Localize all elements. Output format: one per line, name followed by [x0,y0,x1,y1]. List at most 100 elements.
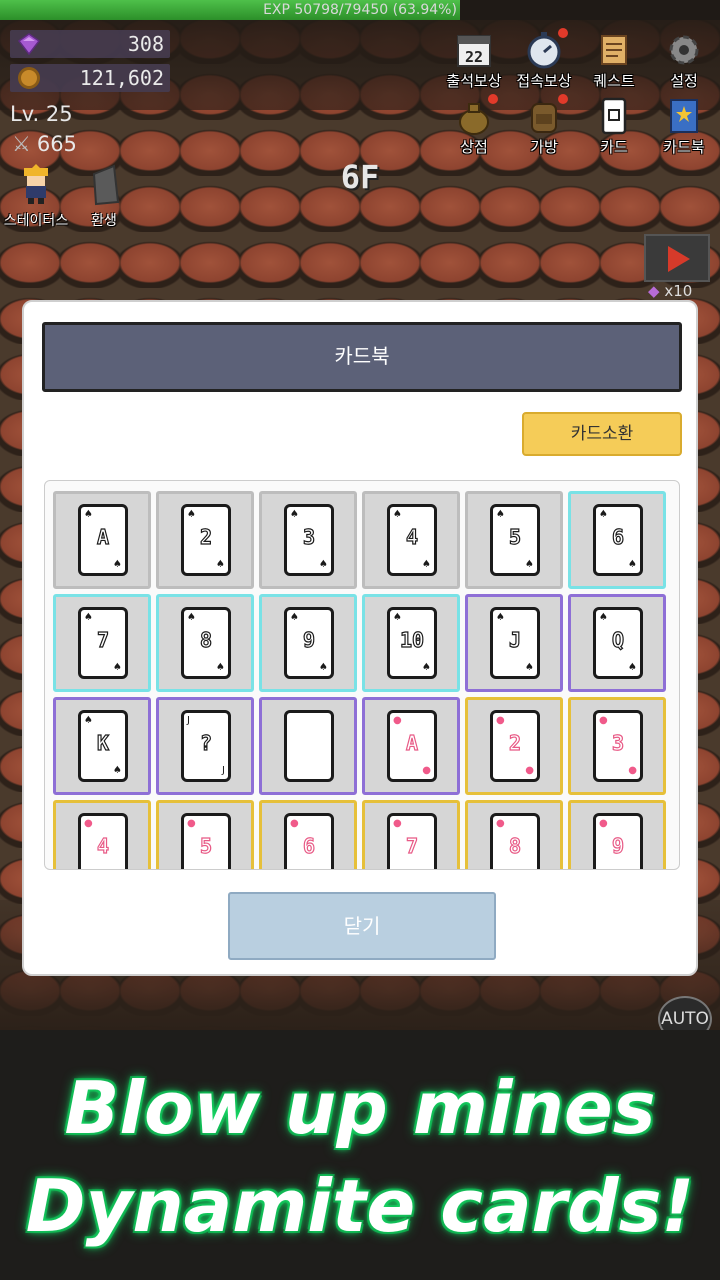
card-slot[interactable]: ♠ ♠ Q [568,594,666,692]
close-button[interactable]: 닫기 [228,892,496,960]
card-rank: 4 [405,524,419,549]
player-level: Lv. 25 [10,102,73,126]
card-summon-button[interactable]: 카드소환 [522,412,682,456]
heart-pip-icon: ● [216,869,225,870]
gear-icon [664,30,704,70]
card-label: 카드 [600,138,628,156]
settings-label: 설정 [670,72,698,90]
card-rank: Q [611,627,625,652]
spade-pip-icon: ♠ [84,715,93,726]
blank-card [284,710,334,782]
card-rank: 10 [399,627,425,652]
attack-stat: ⚔ 665 [12,132,77,156]
card-rank: ? [199,730,213,755]
card-slot[interactable]: ●●9 [568,800,666,870]
card-slot[interactable]: ♠ ♠ 5 [465,491,563,589]
card-rank: 8 [508,833,522,858]
spade-pip-icon: ♠ [84,509,93,520]
gold-count: 121,602 [79,66,164,90]
spade-pip-icon: ♠ [496,509,505,520]
notification-dot [558,94,568,104]
card-slot[interactable]: ♠ ♠ 7 [53,594,151,692]
card-slot[interactable]: ●●5 [156,800,254,870]
joker-pip-icon: J [222,765,225,776]
cardbook-button[interactable]: 카드북 [646,96,720,157]
card-slot[interactable]: ●●8 [465,800,563,870]
card-slot[interactable]: ● ● A [362,697,460,795]
attack-value: 665 [36,132,77,156]
card-slot[interactable]: ● ● 2 [465,697,563,795]
card-slot[interactable]: ♠ ♠ J [465,594,563,692]
spade-card: ♠ ♠ J [490,607,540,679]
exp-text: EXP 50798/79450 (63.94%) [263,2,457,18]
card-slot[interactable]: ♠ ♠ 4 [362,491,460,589]
attendance-reward-label: 출석보상 [446,72,502,90]
spade-pip-icon: ♠ [422,662,431,673]
rebirth-button-label: 환생 [91,213,117,229]
card-slot[interactable]: ●●6 [259,800,357,869]
card-slot[interactable]: ♠ ♠ 6 [568,491,666,589]
attendance-reward-button[interactable]: 22 출석보상 [436,30,512,91]
card-rank: 3 [302,524,316,549]
swords-icon: ⚔ [12,132,31,156]
rebirth-button[interactable]: 환생 [68,162,140,230]
card-slot[interactable]: ♠ ♠ 9 [259,594,357,692]
spade-pip-icon: ♠ [84,612,93,623]
floor-indicator: 6F [340,158,380,196]
card-slot[interactable]: ♠ ♠ 2 [156,491,254,589]
heart-pip-icon: ● [628,869,637,870]
shop-button[interactable]: 상점 [436,94,512,157]
heart-card: ●●7 [387,813,437,869]
card-rank: 7 [405,833,419,858]
heart-pip-icon: ● [113,869,122,870]
spade-pip-icon: ♠ [525,662,534,673]
spade-pip-icon: ♠ [319,662,328,673]
card-slot[interactable]: ♠ ♠ 3 [259,491,357,589]
card-rank: 2 [199,524,213,549]
spade-pip-icon: ♠ [393,509,402,520]
gem-icon [18,33,40,55]
quest-button[interactable]: 퀘스트 [576,30,652,91]
card-slot[interactable]: J J? [156,697,254,795]
card-slot[interactable]: ♠ ♠ 8 [156,594,254,692]
calendar-day: 22 [465,48,483,66]
gem-icon: ◆ [648,282,660,300]
video-reward-button[interactable] [644,234,710,282]
card-button[interactable]: 카드 [576,96,652,157]
bag-label: 가방 [530,138,558,156]
heart-card: ●●6 [284,813,334,869]
joker-card: J J? [181,710,231,782]
card-slot[interactable]: ♠ ♠ A [53,491,151,589]
card-slot[interactable]: ● ● 3 [568,697,666,795]
spade-card: ♠ ♠ 4 [387,504,437,576]
settings-button[interactable]: 설정 [646,30,720,91]
card-rank: 9 [302,627,316,652]
book-icon [664,96,704,136]
card-rank: 5 [508,524,522,549]
heart-pip-icon: ● [393,715,402,726]
bag-button[interactable]: 가방 [506,94,582,157]
status-button[interactable]: 스테이터스 [0,162,72,230]
card-slot[interactable]: ●●7 [362,800,460,869]
gem-counter: 308 [10,30,170,58]
character-icon [24,164,48,204]
card-grid-scroll[interactable]: ♠ ♠ A ♠ ♠ 2 ♠ ♠ 3 ♠ ♠ 4 ♠ ♠ 5 ♠ ♠ 6 ♠ ♠ 7 ♠ ♠ 8 ♠ ♠ 9 ♠ ♠ 10 ♠ ♠ J ♠ ♠ Q ♠ ♠ K… [44,480,680,870]
calendar-icon: 22 [454,30,494,70]
scroll-icon [594,30,634,70]
coin-icon [18,67,40,89]
video-reward-label: x10 [664,282,693,300]
login-reward-button[interactable]: 접속보상 [506,28,582,91]
card-slot[interactable]: ●●4 [53,800,151,870]
spade-pip-icon: ♠ [525,559,534,570]
heart-card: ●●9 [593,813,643,870]
card-slot[interactable] [259,697,357,795]
heart-card: ● ● 3 [593,710,643,782]
spade-pip-icon: ♠ [496,612,505,623]
card-rank: 5 [199,833,213,858]
heart-pip-icon: ● [525,869,534,870]
gem-count: 308 [127,32,164,56]
spade-card: ♠ ♠ Q [593,607,643,679]
card-slot[interactable]: ♠ ♠ K [53,697,151,795]
card-slot[interactable]: ♠ ♠ 10 [362,594,460,692]
shop-label: 상점 [460,138,488,156]
